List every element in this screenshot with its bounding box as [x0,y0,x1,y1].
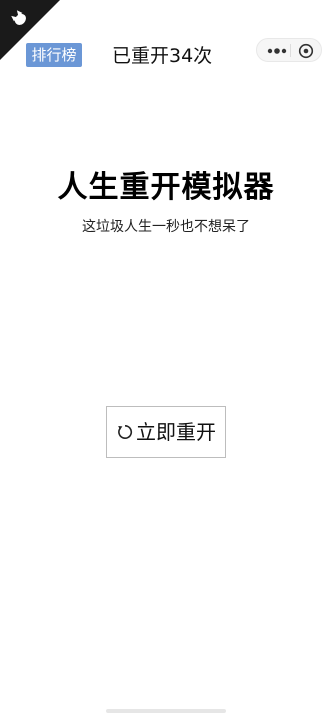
app-page: 排行榜 已重开34次 人生重开模拟器 这垃圾人生一秒也不想呆了 立即重开 [0,0,332,720]
page-subtitle: 这垃圾人生一秒也不想呆了 [82,219,250,235]
miniprogram-capsule [256,38,322,62]
restart-button[interactable]: 立即重开 [106,406,226,458]
capsule-divider [290,44,291,57]
page-title: 人生重开模拟器 [57,170,275,205]
restart-count-text: 已重开34次 [112,45,213,67]
close-target-icon[interactable] [298,43,314,59]
leaderboard-button[interactable]: 排行榜 [26,43,82,67]
home-indicator[interactable] [106,709,226,713]
more-dots-icon[interactable] [267,48,287,54]
top-bar: 排行榜 已重开34次 [0,0,332,80]
restart-button-label: 立即重开 [136,420,216,444]
refresh-icon [118,424,133,439]
